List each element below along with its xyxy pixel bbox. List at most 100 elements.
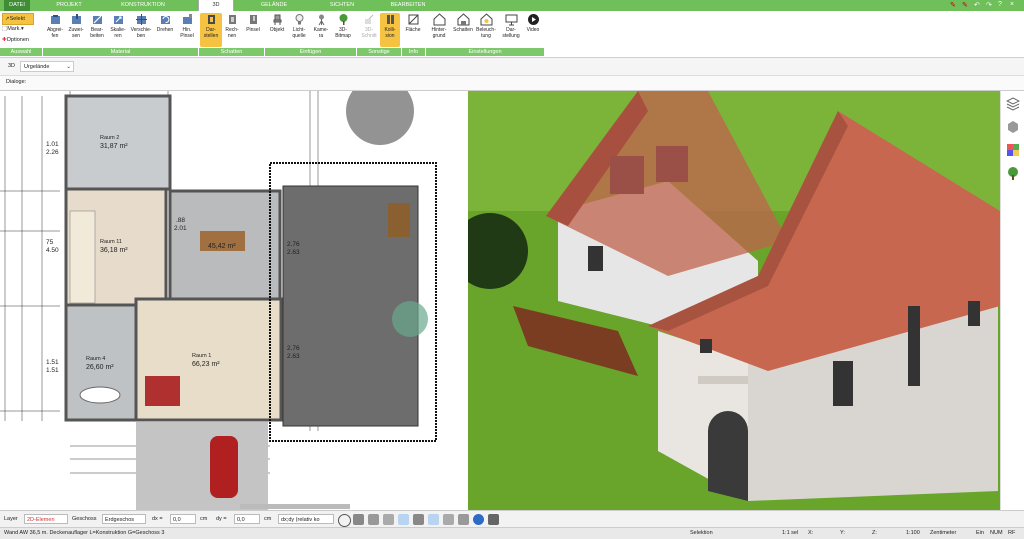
pencil-icon[interactable]: ✎ — [950, 1, 956, 9]
undo-icon[interactable]: ↶ — [974, 1, 980, 9]
terrain-select[interactable]: Urgelände ⌄ — [20, 61, 74, 72]
window — [833, 361, 853, 406]
3d-bitmap-button[interactable]: 3D- Bitmap — [332, 13, 354, 39]
layer-value: 2D-Elemen — [27, 517, 55, 523]
chair-icon — [273, 14, 281, 25]
skalieren-button[interactable]: Skalie- ren — [108, 13, 128, 39]
beleuchtung-label: Beleuch- tung — [476, 27, 496, 39]
layers-icon[interactable] — [1006, 97, 1020, 111]
group-schatten: Schatten — [199, 48, 264, 56]
help-icon[interactable]: ? — [998, 1, 1002, 8]
unit-value: Zentimeter — [930, 530, 957, 536]
hintergrund-label: Hinter- grund — [431, 27, 447, 39]
tab-sichten[interactable]: SICHTEN — [324, 0, 360, 11]
grid-snap-icon[interactable] — [368, 514, 379, 525]
room-4-name: Raum 4 — [86, 356, 106, 362]
settings-icon[interactable] — [488, 514, 499, 525]
redo-icon[interactable]: ↷ — [986, 1, 992, 9]
beleuchtung-button[interactable]: Beleuch- tung — [474, 13, 498, 39]
kamera-button[interactable]: Kame- ra — [310, 13, 332, 39]
lichtquelle-button[interactable]: Licht- quelle — [288, 13, 310, 39]
geschoss-select[interactable]: Erdgeschos — [102, 514, 146, 524]
tab-gelaende[interactable]: GELÄNDE — [254, 0, 294, 11]
point-snap-icon[interactable] — [428, 514, 439, 525]
tab-3d[interactable]: 3D — [198, 0, 234, 11]
play-icon — [527, 14, 539, 25]
snap-icon[interactable] — [353, 514, 364, 525]
abgreifen-label: Abgrei- fen — [46, 27, 64, 39]
optionen-label: Optionen — [6, 37, 29, 43]
flaeche-label: Fläche — [405, 27, 421, 33]
horizontal-scrollbar[interactable] — [240, 504, 350, 509]
car — [210, 436, 238, 498]
view-icon[interactable] — [458, 514, 469, 525]
close-icon[interactable]: × — [1010, 1, 1014, 8]
plant-icon[interactable] — [1006, 166, 1020, 180]
ortho-icon[interactable] — [383, 514, 394, 525]
dim-text: 2.26 — [46, 149, 59, 156]
dx-input[interactable]: 0,0 — [170, 514, 196, 524]
tab-datei[interactable]: DATEI — [4, 0, 30, 11]
x-coord-label: X: — [808, 530, 814, 536]
darstellen-button[interactable]: Dar- stellen — [200, 13, 222, 47]
flaeche-button[interactable]: Fläche — [402, 13, 424, 33]
drehen-label: Drehen — [156, 27, 174, 33]
chevron-down-icon: ⌄ — [66, 64, 71, 70]
clock-icon[interactable] — [338, 514, 351, 527]
tool-icon[interactable]: ✎ — [962, 1, 968, 9]
3d-schnitt-button[interactable]: 3D- Schnitt — [358, 13, 380, 39]
dx-unit: cm — [200, 516, 208, 522]
paintbrush-icon — [182, 14, 192, 24]
tab-projekt[interactable]: PROJEKT — [52, 0, 86, 11]
optionen-button[interactable]: ✚Optionen — [2, 36, 42, 45]
pipette-icon — [50, 15, 60, 24]
ribbon: ➚Selekt ⬚Mark.▾ ✚Optionen Abgrei- fen Zu… — [0, 11, 1024, 58]
kollision-button[interactable]: Kolli- sion — [380, 13, 400, 47]
group-material: Material — [43, 48, 198, 56]
video-label: Video — [526, 27, 540, 33]
lightbulb-icon — [295, 14, 303, 25]
3d-view[interactable] — [468, 91, 1000, 510]
schatten-settings-label: Schatten — [453, 27, 473, 33]
sofa — [145, 376, 180, 406]
mark-button[interactable]: ⬚Mark.▾ — [2, 25, 38, 34]
area-icon — [408, 14, 418, 25]
house-light-icon — [480, 13, 492, 26]
pinsel-button[interactable]: Pinsel — [242, 13, 264, 33]
dx-label: dx = — [152, 516, 163, 522]
schatten-settings-button[interactable]: Schatten — [452, 13, 474, 33]
floor-plan-view[interactable]: Raum 2 31,87 m² Raum 11 36,18 m² 45,42 m… — [0, 91, 456, 510]
material-palette-icon[interactable] — [1006, 143, 1020, 157]
drehen-button[interactable]: Drehen — [154, 13, 176, 33]
tab-konstruktion[interactable]: KONSTRUKTION — [114, 0, 172, 11]
raster-icon[interactable] — [443, 514, 454, 525]
bearbeiten-button[interactable]: Bear- beiten — [86, 13, 108, 39]
record-icon[interactable] — [473, 514, 484, 525]
verschieben-button[interactable]: Verschie- ben — [128, 13, 154, 39]
hintergrund-button[interactable]: Hinter- grund — [426, 13, 452, 39]
video-button[interactable]: Video — [522, 13, 544, 33]
dy-input[interactable]: 0,0 — [234, 514, 260, 524]
relative-coord-select[interactable]: dx;dy (relativ ko — [278, 514, 334, 524]
hin-pinsel-label: Hin. Pinsel — [180, 27, 194, 39]
terrain-select-value: Urgelände — [24, 64, 50, 70]
section-cut-icon — [364, 14, 373, 24]
darstellung-button[interactable]: Dar- stellung — [500, 13, 522, 39]
objekt-button[interactable]: Objekt — [266, 13, 288, 33]
dropdown-icon: ▾ — [20, 26, 24, 32]
hin-pinsel-button[interactable]: Hin. Pinsel — [176, 13, 198, 39]
rechnen-button[interactable]: Rech- nen — [222, 13, 242, 39]
line-snap-icon[interactable] — [413, 514, 424, 525]
selekt-button[interactable]: ➚Selekt — [2, 13, 34, 25]
shadow-display-icon — [207, 15, 215, 24]
selection-label: Selektion — [690, 530, 713, 536]
view-mode-label: 3D — [8, 63, 16, 69]
mark-label: Mark. — [7, 26, 21, 32]
angle-snap-icon[interactable] — [398, 514, 409, 525]
right-toolbar — [1000, 91, 1024, 510]
zuweisen-button[interactable]: Zuwei- sen — [66, 13, 86, 39]
abgreifen-button[interactable]: Abgrei- fen — [44, 13, 66, 39]
layer-select[interactable]: 2D-Elemen — [24, 514, 68, 524]
tab-bearbeiten[interactable]: BEARBEITEN — [384, 0, 432, 11]
cube-icon[interactable] — [1006, 120, 1020, 134]
